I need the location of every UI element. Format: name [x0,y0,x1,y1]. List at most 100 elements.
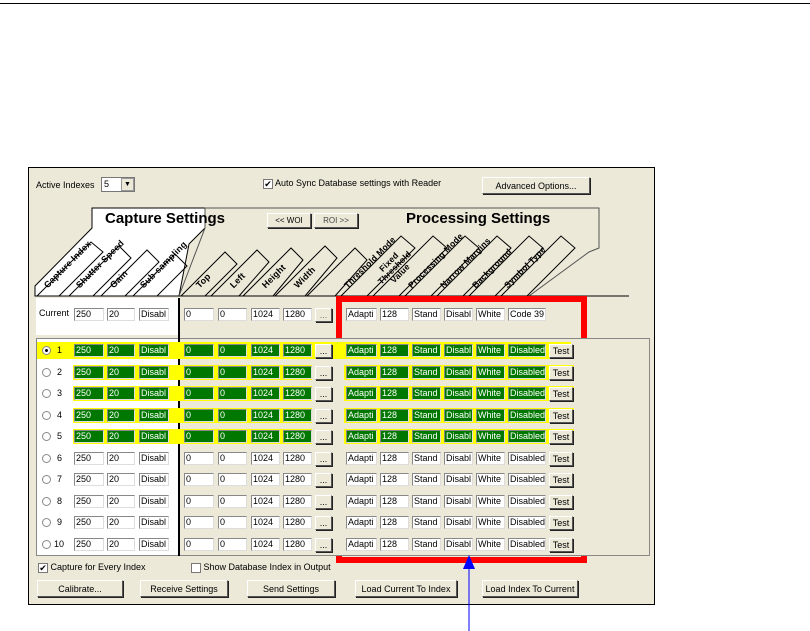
row-symbol-type-field[interactable]: Disabled [508,473,546,486]
current-sub-sampling-field[interactable]: Disabl [139,308,169,321]
row-gain-field[interactable]: 20 [107,537,135,551]
load-current-to-index-button[interactable]: Load Current To Index [355,580,457,597]
row-test-button[interactable]: Test [549,430,573,444]
row-background-field[interactable]: White [476,387,505,400]
row-test-button[interactable]: Test [549,408,573,423]
row-narrow-margins-field[interactable]: Disabl [444,451,473,465]
row-processing-mode-field[interactable]: Stand [412,387,441,400]
row-height-field[interactable]: 1024 [251,365,280,379]
row-shutter-speed-field[interactable]: 250 [74,430,104,443]
woi-button[interactable]: << WOI [267,213,311,228]
row-processing-mode-field[interactable]: Stand [412,451,441,465]
row-top-field[interactable]: 0 [184,537,214,551]
row-top-field[interactable]: 0 [184,451,214,465]
row-gain-field[interactable]: 20 [107,451,135,465]
row-top-field[interactable]: 0 [184,494,214,508]
row-background-field[interactable]: White [476,430,505,443]
row-fixed-threshold-field[interactable]: 128 [380,537,409,551]
row-narrow-margins-field[interactable]: Disabl [444,387,473,400]
row-height-field[interactable]: 1024 [251,473,280,486]
row-narrow-margins-field[interactable]: Disabl [444,494,473,508]
row-gain-field[interactable]: 20 [107,344,135,357]
row-width-field[interactable]: 1280 [283,408,312,422]
row-radio[interactable] [42,475,51,484]
row-left-field[interactable]: 0 [218,494,247,508]
row-gain-field[interactable]: 20 [107,494,135,508]
row-width-field[interactable]: 1280 [283,344,312,357]
row-sub-sampling-field[interactable]: Disabl [139,516,169,529]
row-gain-field[interactable]: 20 [107,408,135,422]
row-radio[interactable] [42,453,51,463]
row-left-field[interactable]: 0 [218,408,247,422]
row-threshold-mode-field[interactable]: Adapti [346,451,377,465]
row-woi-dots-button[interactable]: ... [315,430,332,444]
row-woi-dots-button[interactable]: ... [315,365,332,380]
row-threshold-mode-field[interactable]: Adapti [346,516,377,529]
row-woi-dots-button[interactable]: ... [315,451,332,466]
row-left-field[interactable]: 0 [218,516,247,529]
row-processing-mode-field[interactable]: Stand [412,408,441,422]
row-sub-sampling-field[interactable]: Disabl [139,537,169,551]
row-gain-field[interactable]: 20 [107,516,135,529]
send-settings-button[interactable]: Send Settings [247,580,335,597]
row-symbol-type-field[interactable]: Disabled [508,494,546,508]
show-db-index-checkbox[interactable]: Show Database Index in Output [191,562,331,573]
row-width-field[interactable]: 1280 [283,494,312,508]
current-height-field[interactable]: 1024 [251,308,280,321]
current-fixed-threshold-field[interactable]: 128 [380,308,409,321]
row-background-field[interactable]: White [476,473,505,486]
row-width-field[interactable]: 1280 [283,516,312,529]
row-symbol-type-field[interactable]: Disabled [508,408,546,422]
row-top-field[interactable]: 0 [184,344,214,357]
row-threshold-mode-field[interactable]: Adapti [346,430,377,443]
row-left-field[interactable]: 0 [218,537,247,551]
row-background-field[interactable]: White [476,516,505,529]
row-background-field[interactable]: White [476,451,505,465]
row-top-field[interactable]: 0 [184,473,214,486]
row-fixed-threshold-field[interactable]: 128 [380,473,409,486]
row-radio[interactable] [42,410,51,420]
current-woi-dots-button[interactable]: ... [315,308,332,322]
roi-button[interactable]: ROI >> [314,213,358,228]
row-fixed-threshold-field[interactable]: 128 [380,516,409,529]
row-woi-dots-button[interactable]: ... [315,344,332,358]
row-fixed-threshold-field[interactable]: 128 [380,451,409,465]
row-gain-field[interactable]: 20 [107,387,135,400]
row-background-field[interactable]: White [476,494,505,508]
row-left-field[interactable]: 0 [218,473,247,486]
row-shutter-speed-field[interactable]: 250 [74,516,104,529]
row-narrow-margins-field[interactable]: Disabl [444,516,473,529]
row-test-button[interactable]: Test [549,516,573,530]
row-woi-dots-button[interactable]: ... [315,494,332,509]
row-threshold-mode-field[interactable]: Adapti [346,344,377,357]
row-width-field[interactable]: 1280 [283,451,312,465]
row-woi-dots-button[interactable]: ... [315,408,332,423]
row-fixed-threshold-field[interactable]: 128 [380,387,409,400]
calibrate-button[interactable]: Calibrate... [37,580,123,597]
row-threshold-mode-field[interactable]: Adapti [346,387,377,400]
row-test-button[interactable]: Test [549,537,573,552]
row-sub-sampling-field[interactable]: Disabl [139,473,169,486]
row-height-field[interactable]: 1024 [251,387,280,400]
row-background-field[interactable]: White [476,408,505,422]
row-height-field[interactable]: 1024 [251,494,280,508]
row-fixed-threshold-field[interactable]: 128 [380,365,409,379]
row-threshold-mode-field[interactable]: Adapti [346,494,377,508]
row-width-field[interactable]: 1280 [283,537,312,551]
row-top-field[interactable]: 0 [184,408,214,422]
row-test-button[interactable]: Test [549,494,573,509]
row-test-button[interactable]: Test [549,344,573,358]
row-fixed-threshold-field[interactable]: 128 [380,430,409,443]
row-radio[interactable] [42,539,51,549]
row-symbol-type-field[interactable]: Disabled [508,430,546,443]
row-processing-mode-field[interactable]: Stand [412,494,441,508]
row-gain-field[interactable]: 20 [107,473,135,486]
row-fixed-threshold-field[interactable]: 128 [380,344,409,357]
row-test-button[interactable]: Test [549,473,573,487]
row-test-button[interactable]: Test [549,451,573,466]
row-shutter-speed-field[interactable]: 250 [74,473,104,486]
row-fixed-threshold-field[interactable]: 128 [380,494,409,508]
row-threshold-mode-field[interactable]: Adapti [346,408,377,422]
row-sub-sampling-field[interactable]: Disabl [139,387,169,400]
row-narrow-margins-field[interactable]: Disabl [444,430,473,443]
